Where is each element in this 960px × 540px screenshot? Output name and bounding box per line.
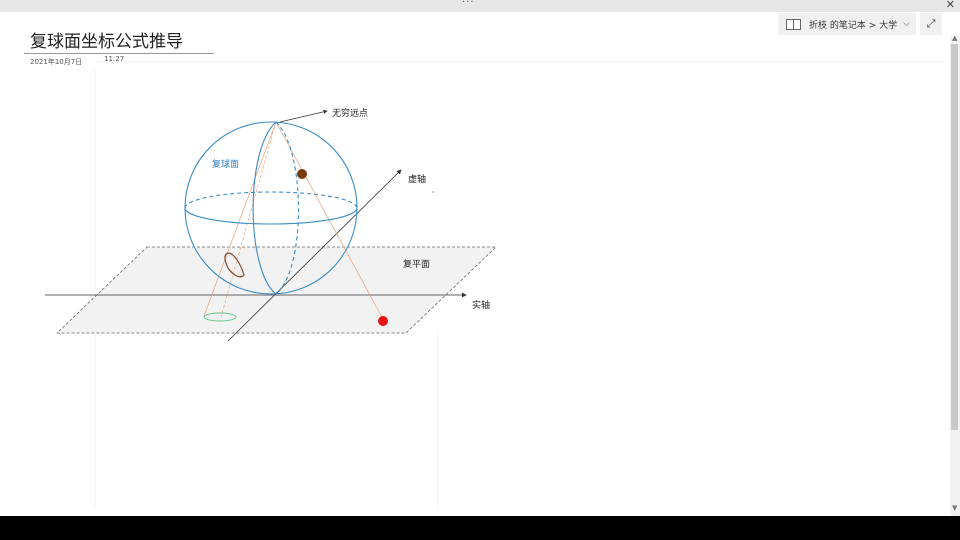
- complex-plane: [56, 246, 497, 334]
- scroll-up-icon[interactable]: ▲: [952, 34, 957, 42]
- plane-point: [378, 316, 388, 326]
- sphere-equator-back: [184, 191, 358, 209]
- sphere-point: [297, 169, 307, 179]
- label-complex-sphere: 复球面: [212, 158, 239, 170]
- sphere-equator-front: [184, 207, 358, 225]
- riemann-sphere-diagram: 无穷远点 复球面 虚轴 复平面 实轴: [45, 61, 945, 510]
- scrollbar-thumb[interactable]: [951, 44, 958, 430]
- stray-dot: [432, 191, 434, 193]
- scroll-down-icon[interactable]: ▼: [952, 504, 957, 512]
- label-complex-plane: 复平面: [403, 258, 430, 270]
- infinity-pointer-arrow: [279, 109, 328, 123]
- taskbar: [0, 516, 960, 540]
- label-point-at-infinity: 无穷远点: [332, 107, 368, 119]
- label-real-axis: 实轴: [472, 299, 490, 311]
- vertical-scrollbar[interactable]: ▲ ▼: [950, 34, 960, 516]
- label-imaginary-axis: 虚轴: [408, 173, 426, 185]
